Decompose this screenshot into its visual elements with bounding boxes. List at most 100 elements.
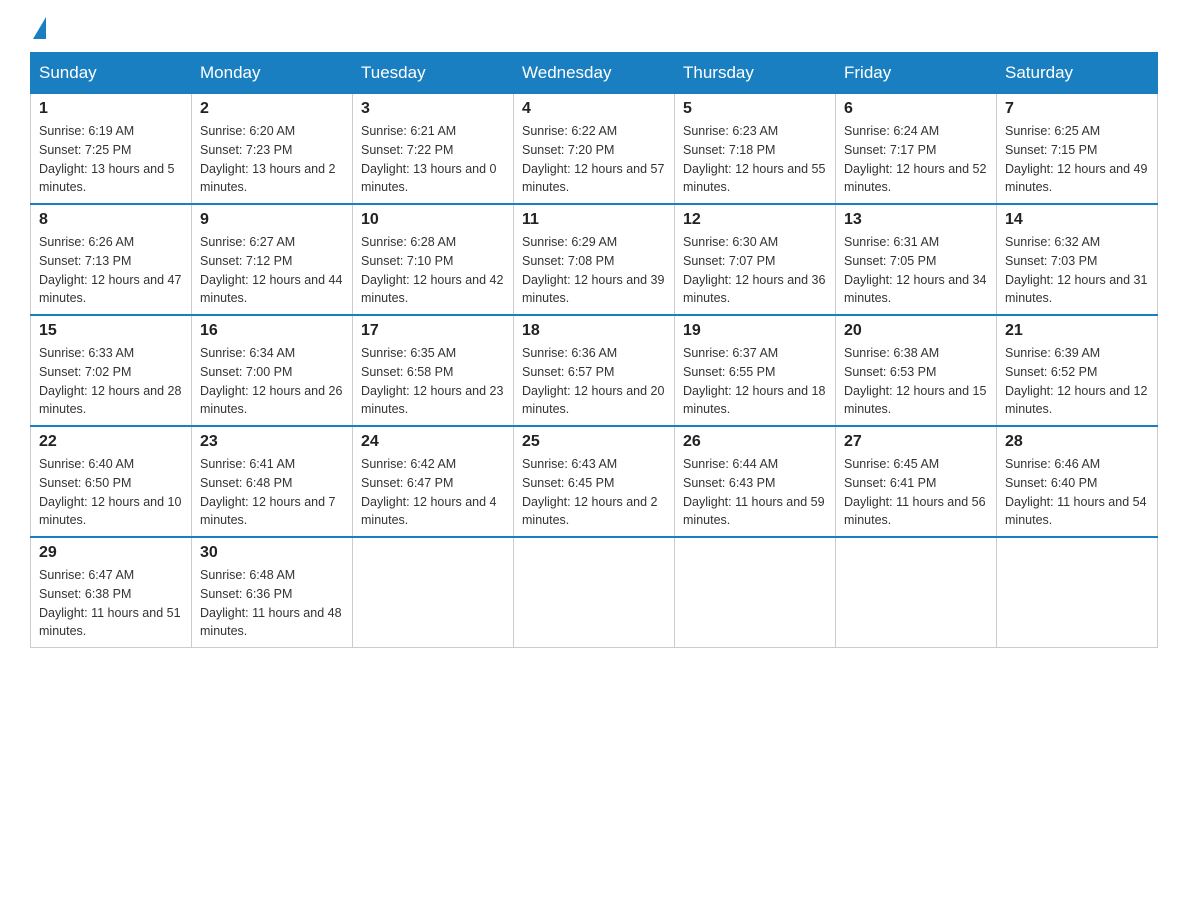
day-info: Sunrise: 6:24 AM Sunset: 7:17 PM Dayligh… [844, 122, 988, 197]
calendar-cell: 27 Sunrise: 6:45 AM Sunset: 6:41 PM Dayl… [836, 426, 997, 537]
day-number: 5 [683, 100, 827, 118]
calendar-cell: 26 Sunrise: 6:44 AM Sunset: 6:43 PM Dayl… [675, 426, 836, 537]
calendar-cell: 22 Sunrise: 6:40 AM Sunset: 6:50 PM Dayl… [31, 426, 192, 537]
calendar-header-row: SundayMondayTuesdayWednesdayThursdayFrid… [31, 53, 1158, 94]
day-number: 14 [1005, 211, 1149, 229]
day-number: 10 [361, 211, 505, 229]
day-number: 26 [683, 433, 827, 451]
day-number: 16 [200, 322, 344, 340]
logo-triangle-icon [33, 17, 46, 39]
calendar-cell: 21 Sunrise: 6:39 AM Sunset: 6:52 PM Dayl… [997, 315, 1158, 426]
day-info: Sunrise: 6:21 AM Sunset: 7:22 PM Dayligh… [361, 122, 505, 197]
calendar-cell: 6 Sunrise: 6:24 AM Sunset: 7:17 PM Dayli… [836, 94, 997, 205]
logo [30, 20, 46, 42]
day-info: Sunrise: 6:46 AM Sunset: 6:40 PM Dayligh… [1005, 455, 1149, 530]
calendar-cell: 18 Sunrise: 6:36 AM Sunset: 6:57 PM Dayl… [514, 315, 675, 426]
calendar-cell: 19 Sunrise: 6:37 AM Sunset: 6:55 PM Dayl… [675, 315, 836, 426]
calendar-cell: 11 Sunrise: 6:29 AM Sunset: 7:08 PM Dayl… [514, 204, 675, 315]
day-number: 7 [1005, 100, 1149, 118]
day-info: Sunrise: 6:30 AM Sunset: 7:07 PM Dayligh… [683, 233, 827, 308]
calendar-header-monday: Monday [192, 53, 353, 94]
calendar-cell: 3 Sunrise: 6:21 AM Sunset: 7:22 PM Dayli… [353, 94, 514, 205]
calendar-cell: 28 Sunrise: 6:46 AM Sunset: 6:40 PM Dayl… [997, 426, 1158, 537]
day-info: Sunrise: 6:37 AM Sunset: 6:55 PM Dayligh… [683, 344, 827, 419]
day-number: 1 [39, 100, 183, 118]
day-number: 6 [844, 100, 988, 118]
day-info: Sunrise: 6:23 AM Sunset: 7:18 PM Dayligh… [683, 122, 827, 197]
calendar-cell: 15 Sunrise: 6:33 AM Sunset: 7:02 PM Dayl… [31, 315, 192, 426]
day-info: Sunrise: 6:32 AM Sunset: 7:03 PM Dayligh… [1005, 233, 1149, 308]
day-info: Sunrise: 6:34 AM Sunset: 7:00 PM Dayligh… [200, 344, 344, 419]
day-info: Sunrise: 6:38 AM Sunset: 6:53 PM Dayligh… [844, 344, 988, 419]
calendar-week-row: 8 Sunrise: 6:26 AM Sunset: 7:13 PM Dayli… [31, 204, 1158, 315]
day-number: 13 [844, 211, 988, 229]
day-info: Sunrise: 6:35 AM Sunset: 6:58 PM Dayligh… [361, 344, 505, 419]
calendar-header-friday: Friday [836, 53, 997, 94]
calendar-week-row: 15 Sunrise: 6:33 AM Sunset: 7:02 PM Dayl… [31, 315, 1158, 426]
calendar-week-row: 29 Sunrise: 6:47 AM Sunset: 6:38 PM Dayl… [31, 537, 1158, 648]
calendar-cell: 9 Sunrise: 6:27 AM Sunset: 7:12 PM Dayli… [192, 204, 353, 315]
day-info: Sunrise: 6:44 AM Sunset: 6:43 PM Dayligh… [683, 455, 827, 530]
calendar-cell: 7 Sunrise: 6:25 AM Sunset: 7:15 PM Dayli… [997, 94, 1158, 205]
calendar-header-saturday: Saturday [997, 53, 1158, 94]
calendar-cell [675, 537, 836, 648]
day-number: 27 [844, 433, 988, 451]
calendar-cell: 8 Sunrise: 6:26 AM Sunset: 7:13 PM Dayli… [31, 204, 192, 315]
calendar-cell: 23 Sunrise: 6:41 AM Sunset: 6:48 PM Dayl… [192, 426, 353, 537]
day-number: 20 [844, 322, 988, 340]
calendar-cell [353, 537, 514, 648]
calendar-cell: 17 Sunrise: 6:35 AM Sunset: 6:58 PM Dayl… [353, 315, 514, 426]
calendar-table: SundayMondayTuesdayWednesdayThursdayFrid… [30, 52, 1158, 648]
day-number: 17 [361, 322, 505, 340]
calendar-header-tuesday: Tuesday [353, 53, 514, 94]
calendar-header-thursday: Thursday [675, 53, 836, 94]
day-info: Sunrise: 6:28 AM Sunset: 7:10 PM Dayligh… [361, 233, 505, 308]
day-info: Sunrise: 6:39 AM Sunset: 6:52 PM Dayligh… [1005, 344, 1149, 419]
day-number: 23 [200, 433, 344, 451]
calendar-cell: 24 Sunrise: 6:42 AM Sunset: 6:47 PM Dayl… [353, 426, 514, 537]
calendar-week-row: 1 Sunrise: 6:19 AM Sunset: 7:25 PM Dayli… [31, 94, 1158, 205]
day-info: Sunrise: 6:27 AM Sunset: 7:12 PM Dayligh… [200, 233, 344, 308]
day-number: 8 [39, 211, 183, 229]
day-number: 28 [1005, 433, 1149, 451]
day-info: Sunrise: 6:26 AM Sunset: 7:13 PM Dayligh… [39, 233, 183, 308]
day-number: 22 [39, 433, 183, 451]
day-number: 25 [522, 433, 666, 451]
calendar-cell: 5 Sunrise: 6:23 AM Sunset: 7:18 PM Dayli… [675, 94, 836, 205]
calendar-week-row: 22 Sunrise: 6:40 AM Sunset: 6:50 PM Dayl… [31, 426, 1158, 537]
day-info: Sunrise: 6:19 AM Sunset: 7:25 PM Dayligh… [39, 122, 183, 197]
calendar-cell [997, 537, 1158, 648]
day-number: 2 [200, 100, 344, 118]
day-number: 11 [522, 211, 666, 229]
day-info: Sunrise: 6:31 AM Sunset: 7:05 PM Dayligh… [844, 233, 988, 308]
calendar-cell: 13 Sunrise: 6:31 AM Sunset: 7:05 PM Dayl… [836, 204, 997, 315]
calendar-cell: 16 Sunrise: 6:34 AM Sunset: 7:00 PM Dayl… [192, 315, 353, 426]
calendar-cell [514, 537, 675, 648]
calendar-cell: 25 Sunrise: 6:43 AM Sunset: 6:45 PM Dayl… [514, 426, 675, 537]
day-info: Sunrise: 6:22 AM Sunset: 7:20 PM Dayligh… [522, 122, 666, 197]
day-number: 15 [39, 322, 183, 340]
day-number: 3 [361, 100, 505, 118]
day-info: Sunrise: 6:42 AM Sunset: 6:47 PM Dayligh… [361, 455, 505, 530]
day-number: 12 [683, 211, 827, 229]
calendar-header-wednesday: Wednesday [514, 53, 675, 94]
day-number: 30 [200, 544, 344, 562]
day-info: Sunrise: 6:20 AM Sunset: 7:23 PM Dayligh… [200, 122, 344, 197]
day-number: 21 [1005, 322, 1149, 340]
day-info: Sunrise: 6:33 AM Sunset: 7:02 PM Dayligh… [39, 344, 183, 419]
calendar-cell: 12 Sunrise: 6:30 AM Sunset: 7:07 PM Dayl… [675, 204, 836, 315]
day-info: Sunrise: 6:40 AM Sunset: 6:50 PM Dayligh… [39, 455, 183, 530]
page-header [30, 20, 1158, 42]
day-info: Sunrise: 6:43 AM Sunset: 6:45 PM Dayligh… [522, 455, 666, 530]
calendar-cell: 2 Sunrise: 6:20 AM Sunset: 7:23 PM Dayli… [192, 94, 353, 205]
calendar-cell: 14 Sunrise: 6:32 AM Sunset: 7:03 PM Dayl… [997, 204, 1158, 315]
day-info: Sunrise: 6:25 AM Sunset: 7:15 PM Dayligh… [1005, 122, 1149, 197]
day-info: Sunrise: 6:48 AM Sunset: 6:36 PM Dayligh… [200, 566, 344, 641]
day-number: 29 [39, 544, 183, 562]
day-number: 24 [361, 433, 505, 451]
calendar-cell [836, 537, 997, 648]
calendar-cell: 30 Sunrise: 6:48 AM Sunset: 6:36 PM Dayl… [192, 537, 353, 648]
calendar-header-sunday: Sunday [31, 53, 192, 94]
day-info: Sunrise: 6:29 AM Sunset: 7:08 PM Dayligh… [522, 233, 666, 308]
day-number: 9 [200, 211, 344, 229]
